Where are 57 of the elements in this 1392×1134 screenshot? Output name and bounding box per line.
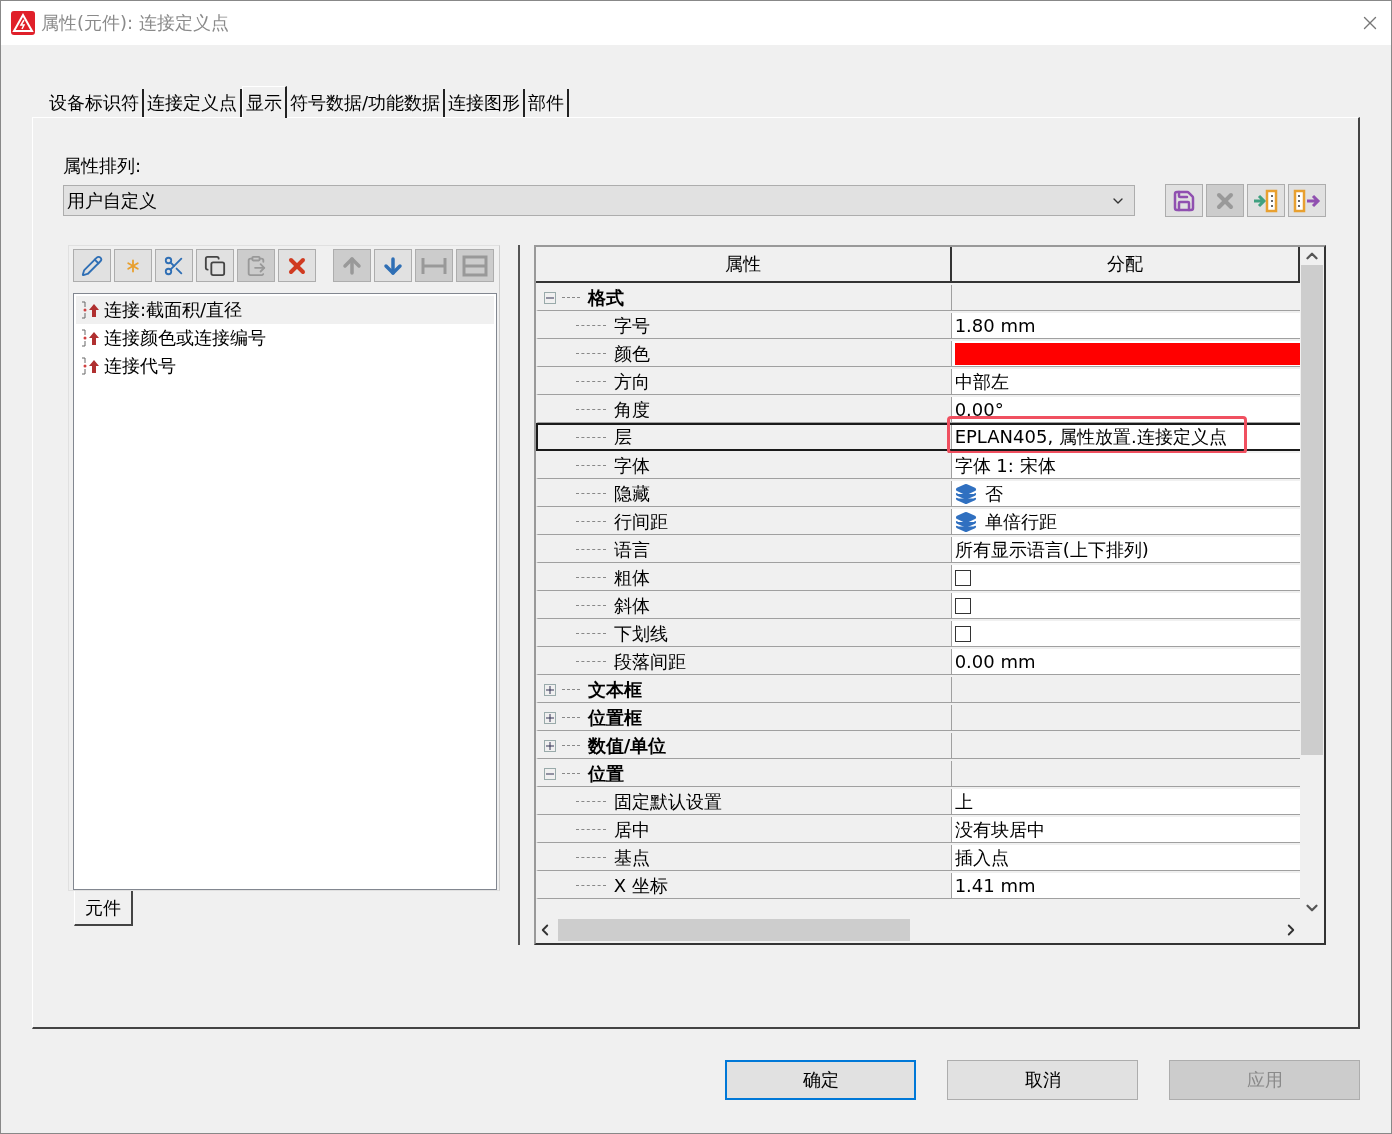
tab[interactable]: 显示	[242, 86, 287, 118]
layers-icon	[954, 482, 977, 505]
expand-icon[interactable]	[543, 683, 556, 696]
toolbar-button[interactable]	[374, 249, 412, 282]
app-logo-icon	[11, 11, 35, 35]
property-value-cell: 字体 1: 宋体	[951, 453, 1300, 478]
property-value-cell: 中部左	[951, 369, 1300, 394]
export-icon	[1293, 188, 1321, 213]
dialog-button[interactable]: 确定	[725, 1060, 916, 1100]
copy-icon	[204, 254, 226, 277]
arrangement-dropdown[interactable]: 用户自定义	[63, 185, 1135, 216]
tab[interactable]: 连接定义点	[144, 89, 242, 117]
toolbar-button[interactable]	[1288, 184, 1326, 217]
property-value-cell: 上	[951, 789, 1300, 814]
toolbar-button[interactable]	[196, 249, 234, 282]
list-item[interactable]: 连接:截面积/直径	[76, 296, 494, 324]
property-value-cell: 否	[951, 481, 1300, 506]
property-value-cell: 0.00°	[951, 397, 1300, 422]
property-value-cell: 插入点	[951, 845, 1300, 870]
property-value-cell: 0.00 mm	[951, 649, 1300, 674]
collapse-icon[interactable]	[543, 767, 556, 780]
insert-space-icon	[421, 255, 447, 276]
property-value-cell: 1.80 mm	[951, 313, 1300, 338]
checkbox[interactable]	[954, 569, 971, 586]
import-icon	[1252, 188, 1280, 213]
toolbar-button[interactable]	[1247, 184, 1285, 217]
pencil-icon	[81, 254, 103, 277]
field-label: 属性排列:	[63, 154, 143, 178]
tab[interactable]: 符号数据/功能数据	[287, 89, 446, 117]
connection-icon	[80, 300, 102, 320]
collapse-icon[interactable]	[543, 291, 556, 304]
expand-icon[interactable]	[543, 739, 556, 752]
toolbar-button[interactable]	[1165, 184, 1203, 217]
tab[interactable]: 部件	[525, 89, 570, 117]
property-value-cell: 单倍行距	[951, 509, 1300, 534]
checkbox[interactable]	[954, 625, 971, 642]
connection-icon	[80, 328, 102, 348]
property-value-cell: 所有显示语言(上下排列)	[951, 537, 1300, 562]
tab[interactable]: 连接图形	[445, 89, 526, 117]
window-title: 属性(元件): 连接定义点	[41, 11, 230, 35]
layers-icon	[954, 510, 977, 533]
property-value-cell: 没有块居中	[951, 817, 1300, 842]
toolbar-button[interactable]	[155, 249, 193, 282]
tab[interactable]: 设备标识符	[46, 89, 144, 117]
property-name-cell: 层	[537, 425, 952, 449]
property-value-cell: 1.41 mm	[951, 873, 1300, 898]
insert-row-icon	[462, 254, 488, 277]
save-icon	[1172, 188, 1196, 213]
expand-icon[interactable]	[543, 711, 556, 724]
checkbox[interactable]	[954, 597, 971, 614]
scissors-icon	[163, 254, 185, 277]
toolbar-button[interactable]	[278, 249, 316, 282]
paste-icon	[245, 254, 267, 277]
toolbar-button[interactable]	[73, 249, 111, 282]
tab[interactable]: 元件	[74, 891, 133, 926]
dialog-button[interactable]: 取消	[947, 1060, 1138, 1100]
connection-icon	[80, 356, 102, 376]
